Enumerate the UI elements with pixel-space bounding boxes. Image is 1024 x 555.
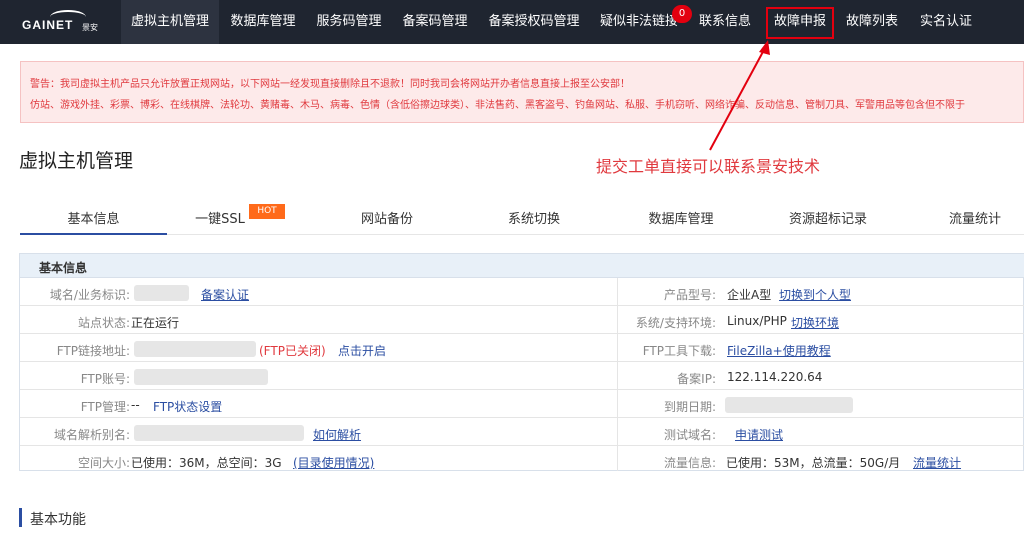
- nav-item-label: 联系信息: [698, 14, 751, 29]
- switch-env-link[interactable]: 切换环境: [791, 314, 839, 331]
- nav-item-record-code[interactable]: 备案码管理: [393, 0, 477, 44]
- nav-item-label: 备案码管理: [402, 14, 468, 29]
- nav-item-real-name[interactable]: 实名认证: [910, 0, 982, 44]
- annotation-highlight-box: [766, 7, 834, 39]
- tab-label: 资源超标记录: [788, 212, 867, 227]
- test-domain-label: 测试域名:: [663, 428, 716, 442]
- filezilla-link[interactable]: FileZilla+使用教程: [727, 342, 831, 359]
- tab-traffic-stats[interactable]: 流量统计: [925, 205, 1024, 235]
- alias-label: 域名解析别名:: [53, 428, 130, 442]
- tab-system-switch[interactable]: 系统切换: [484, 205, 584, 235]
- ip-value: 122.114.220.64: [727, 370, 823, 384]
- table-row: 域名/业务标识: 备案认证 产品型号: 企业A型 切换到个人型: [20, 279, 1024, 306]
- nav-item-record-auth-code[interactable]: 备案授权码管理: [479, 0, 589, 44]
- tab-label: 基本信息: [67, 212, 120, 227]
- section-accent-bar: [19, 508, 22, 527]
- space-label: 空间大小:: [77, 456, 130, 470]
- table-row: 域名解析别名: 如何解析 测试域名: 申请测试: [20, 419, 1024, 446]
- page-title: 虚拟主机管理: [19, 150, 134, 172]
- nav-item-label: 实名认证: [919, 14, 972, 29]
- nav-item-contact[interactable]: 联系信息: [689, 0, 761, 44]
- logo-sub: 景安: [82, 23, 98, 32]
- table-row: 空间大小: 已使用：36M，总空间：3G (目录使用情况) 流量信息: 已使用：…: [20, 447, 1024, 474]
- nav-item-label: 备案授权码管理: [488, 14, 580, 29]
- system-label: 系统/支持环境:: [635, 316, 716, 330]
- traffic-label: 流量信息:: [663, 456, 716, 470]
- table-row: FTP链接地址: (FTP已关闭) 点击开启 FTP工具下载: FileZill…: [20, 335, 1024, 362]
- top-navbar: GAINET 景安 虚拟主机管理 数据库管理 服务码管理 备案码管理 备案授权码…: [0, 0, 1024, 44]
- tab-label: 流量统计: [948, 212, 1001, 227]
- tab-backup[interactable]: 网站备份: [337, 205, 437, 235]
- annotation-text: 提交工单直接可以联系景安技术: [596, 157, 821, 176]
- domain-label: 域名/业务标识:: [49, 288, 130, 302]
- warning-banner: 警告：我司虚拟主机产品只允许放置正规网站，以下网站一经发现直接删除且不退款！同时…: [20, 61, 1024, 123]
- nav-item-fault-list[interactable]: 故障列表: [838, 0, 906, 44]
- nav-item-vhost[interactable]: 虚拟主机管理: [121, 0, 219, 44]
- tab-label: 一键SSL: [195, 212, 245, 227]
- traffic-value: 已使用：53M，总流量：50G/月: [726, 456, 901, 470]
- expire-label: 到期日期:: [663, 400, 716, 414]
- ip-label: 备案IP:: [677, 372, 716, 386]
- switch-personal-link[interactable]: 切换到个人型: [779, 286, 851, 303]
- tab-database[interactable]: 数据库管理: [631, 205, 731, 235]
- status-label: 站点状态:: [77, 316, 130, 330]
- ftp-address-label: FTP链接地址:: [56, 344, 130, 358]
- nav-item-label: 数据库管理: [230, 14, 296, 29]
- logo-brand: GAINET: [22, 18, 74, 32]
- model-label: 产品型号:: [663, 288, 716, 302]
- nav-item-illegal-links[interactable]: 疑似非法链接: [591, 0, 687, 44]
- tab-resource-overuse[interactable]: 资源超标记录: [778, 205, 878, 235]
- tab-bar: 基本信息 一键SSL 网站备份 系统切换 数据库管理 资源超标记录 流量统计: [20, 205, 1024, 235]
- tab-label: 网站备份: [360, 212, 413, 227]
- section-title: 基本功能: [30, 512, 86, 528]
- tab-label: 系统切换: [507, 212, 560, 227]
- nav-item-label: 故障列表: [845, 14, 898, 29]
- tab-label: 数据库管理: [648, 212, 714, 227]
- redacted-expire-date: [725, 397, 853, 413]
- hot-badge: HOT: [249, 204, 285, 219]
- nav-item-label: 虚拟主机管理: [130, 14, 209, 29]
- ftp-tool-label: FTP工具下载:: [642, 344, 716, 358]
- nav-item-label: 疑似非法链接: [599, 14, 678, 29]
- ftp-account-label: FTP账号:: [80, 372, 130, 386]
- table-row: 站点状态: 正在运行 系统/支持环境: Linux/PHP 切换环境: [20, 307, 1024, 334]
- panel-title: 基本信息: [39, 261, 88, 275]
- apply-test-link[interactable]: 申请测试: [735, 426, 783, 443]
- system-value: Linux/PHP: [727, 314, 787, 328]
- nav-item-label: 服务码管理: [316, 14, 382, 29]
- warning-line-1: 警告：我司虚拟主机产品只允许放置正规网站，以下网站一经发现直接删除且不退款！同时…: [30, 79, 630, 90]
- nav-item-database[interactable]: 数据库管理: [221, 0, 305, 44]
- panel-header: 基本信息: [20, 254, 1024, 278]
- table-row: FTP账号: 备案IP: 122.114.220.64: [20, 363, 1024, 390]
- logo[interactable]: GAINET 景安: [20, 10, 104, 36]
- nav-item-service-code[interactable]: 服务码管理: [307, 0, 391, 44]
- warning-line-2: 仿站、游戏外挂、彩票、博彩、在线棋牌、法轮功、黄赌毒、木马、病毒、色情（含低俗擦…: [30, 100, 965, 111]
- traffic-stats-link[interactable]: 流量统计: [913, 454, 961, 471]
- basic-info-panel: 基本信息 域名/业务标识: 备案认证 产品型号: 企业A型 切换到个人型 站点状…: [19, 253, 1024, 471]
- ftp-manage-label: FTP管理:: [80, 400, 130, 414]
- model-value: 企业A型: [727, 288, 772, 302]
- table-row: FTP管理: -- FTP状态设置 到期日期:: [20, 391, 1024, 418]
- tab-basic-info[interactable]: 基本信息: [20, 205, 167, 235]
